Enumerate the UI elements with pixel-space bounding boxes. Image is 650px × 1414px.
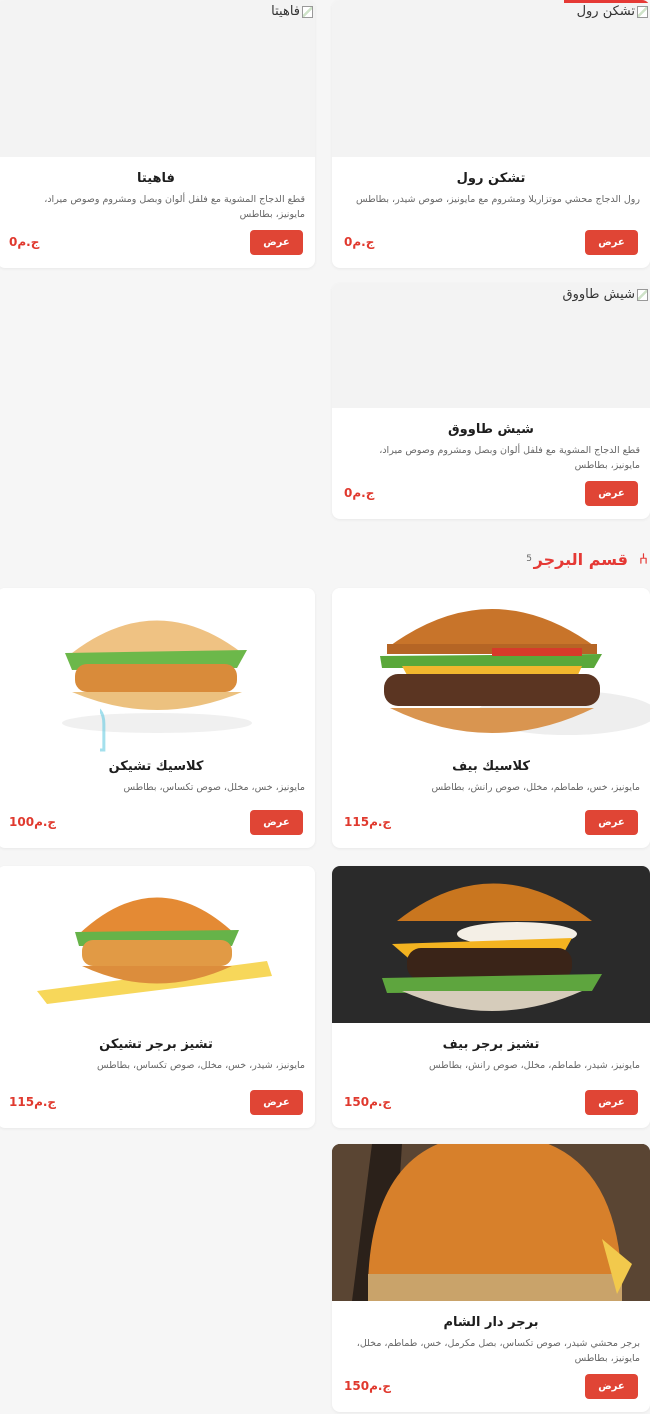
- product-title: تشيز برجر بيف: [442, 1037, 540, 1052]
- product-image: شيش طاووق: [332, 283, 650, 408]
- product-price: 150ج.م: [344, 1379, 392, 1393]
- broken-image-icon: شيش طاووق: [563, 287, 648, 302]
- menu-card: تشيز برجر بيف مايونيز، شيدر، طماطم، مخلل…: [332, 866, 650, 1128]
- product-title: فاهيتا: [137, 171, 175, 186]
- broken-image-icon: فاهيتا: [271, 4, 313, 19]
- product-image: [0, 588, 315, 745]
- view-button[interactable]: عرض: [250, 810, 303, 835]
- product-title: كلاسيك تشيكن: [108, 759, 204, 774]
- view-button[interactable]: عرض: [585, 230, 638, 255]
- product-price: 0ج.م: [344, 486, 375, 500]
- menu-card: برجر دار الشام برجر محشي شيدر، صوص تكساس…: [332, 1144, 650, 1412]
- product-title: برجر دار الشام: [443, 1315, 539, 1330]
- view-button[interactable]: عرض: [250, 1090, 303, 1115]
- menu-card: كلاسيك بيف مايونيز، خس، طماطم، مخلل، صوص…: [332, 588, 650, 848]
- section-title: قسم البرجر: [533, 550, 628, 569]
- chicken-burger-illustration: [62, 620, 252, 733]
- image-alt-text: تشكن رول: [576, 4, 635, 19]
- section-count: 5: [526, 554, 532, 564]
- product-image: [332, 1144, 650, 1301]
- dar-el-sham-burger-illustration: [332, 1144, 650, 1301]
- menu-card: تشيز برجر تشيكن مايونيز، شيدر، خس، مخلل،…: [0, 866, 315, 1128]
- broken-image-icon: تشكن رول: [577, 4, 648, 19]
- section-header: ⑃ قسم البرجر 5: [0, 548, 650, 574]
- product-title: تشكن رول: [456, 171, 526, 186]
- product-description: مايونيز، شيدر، طماطم، مخلل، صوص رانش، بط…: [429, 1060, 640, 1071]
- product-price: 0ج.م: [9, 235, 40, 249]
- product-description: مايونيز، خس، طماطم، مخلل، صوص رانش، بطاط…: [431, 782, 640, 793]
- image-alt-text: شيش طاووق: [562, 287, 635, 302]
- cheese-beef-burger-illustration: [382, 883, 602, 1011]
- product-description: مايونيز، شيدر، خس، مخلل، صوص تكساس، بطاط…: [96, 1060, 305, 1071]
- beef-burger-illustration: [380, 609, 650, 735]
- product-description: مايونيز، خس، مخلل، صوص تكساس، بطاطس: [123, 782, 305, 793]
- cheese-chicken-burger-illustration: [37, 897, 272, 1004]
- product-price: 115ج.م: [344, 815, 392, 829]
- product-description: رول الدجاج محشي موتزاريلا ومشروم مع مايو…: [355, 194, 640, 205]
- menu-card: فاهيتا فاهيتا قطع الدجاج المشوية مع فلفل…: [0, 0, 315, 268]
- view-button[interactable]: عرض: [250, 230, 303, 255]
- image-alt-text: فاهيتا: [271, 4, 300, 19]
- product-price: 150ج.م: [344, 1095, 392, 1109]
- product-image: [0, 866, 315, 1023]
- view-button[interactable]: عرض: [585, 481, 638, 506]
- product-price: 115ج.م: [9, 1095, 57, 1109]
- product-image: تشكن رول: [332, 0, 650, 157]
- product-title: تشيز برجر تشيكن: [99, 1037, 213, 1052]
- product-description: برجر محشي شيدر، صوص تكساس، بصل مكرمل، خس…: [356, 1338, 640, 1364]
- menu-card: تشكن رول تشكن رول رول الدجاج محشي موتزار…: [332, 0, 650, 268]
- accent-bar: [564, 0, 650, 3]
- product-image: [332, 866, 650, 1023]
- product-price: 100ج.م: [9, 815, 57, 829]
- product-description: قطع الدجاج المشوية مع فلفل ألوان وبصل وم…: [379, 445, 640, 471]
- view-button[interactable]: عرض: [585, 1090, 638, 1115]
- utensils-icon: ⑃: [638, 550, 648, 568]
- product-title: شيش طاووق: [448, 422, 534, 437]
- menu-card: كلاسيك تشيكن مايونيز، خس، مخلل، صوص تكسا…: [0, 588, 315, 848]
- product-image: [332, 588, 650, 745]
- view-button[interactable]: عرض: [585, 1374, 638, 1399]
- product-price: 0ج.م: [344, 235, 375, 249]
- product-description: قطع الدجاج المشوية مع فلفل ألوان وبصل وم…: [44, 194, 305, 220]
- product-title: كلاسيك بيف: [452, 759, 530, 774]
- view-button[interactable]: عرض: [585, 810, 638, 835]
- menu-card: شيش طاووق شيش طاووق قطع الدجاج المشوية م…: [332, 283, 650, 519]
- product-image: فاهيتا: [0, 0, 315, 157]
